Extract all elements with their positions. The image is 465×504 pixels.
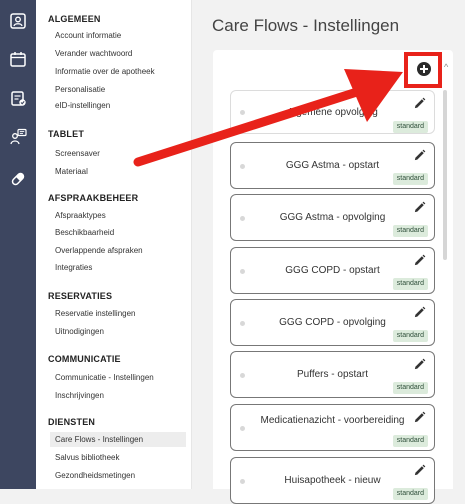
status-dot — [240, 426, 245, 431]
care-flow-card[interactable]: Huisapotheek - nieuw standard — [230, 457, 435, 504]
nav-item-uitnodigingen[interactable]: Uitnodigingen — [50, 324, 186, 339]
care-flow-name: Huisapotheek - nieuw — [284, 475, 381, 486]
nav-item-reservatie-instellingen[interactable]: Reservatie instellingen — [50, 306, 186, 321]
standard-badge: standard — [392, 435, 428, 447]
standard-badge: standard — [392, 382, 428, 394]
nav-item-beschikbaarheid[interactable]: Beschikbaarheid — [50, 225, 186, 240]
nav-item-integraties[interactable]: Integraties — [50, 260, 186, 275]
nav-item-personalisatie[interactable]: Personalisatie — [50, 82, 186, 97]
nav-item-care-flows-instellingen[interactable]: Care Flows - Instellingen — [50, 432, 186, 447]
pencil-icon[interactable] — [413, 254, 426, 267]
nav-item-inschrijvingen[interactable]: Inschrijvingen — [50, 388, 186, 403]
page-title: Care Flows - Instellingen — [212, 16, 400, 35]
care-flow-name: GGG Astma - opstart — [285, 160, 380, 171]
pill-icon[interactable] — [9, 170, 27, 188]
nav-section-heading: RESERVATIES — [48, 291, 113, 301]
care-flow-name: GGG Astma - opvolging — [279, 212, 386, 223]
standard-badge: standard — [392, 121, 428, 133]
nav-item-verander-wachtwoord[interactable]: Verander wachtwoord — [50, 46, 186, 61]
care-flow-name: Medicatienazicht - voorbereiding — [260, 415, 405, 426]
nav-item-materiaal[interactable]: Materiaal — [50, 164, 186, 179]
user-chat-icon[interactable] — [9, 128, 27, 146]
nav-item-account-informatie[interactable]: Account informatie — [50, 28, 186, 43]
nav-item-eid-instellingen[interactable]: eID-instellingen — [50, 98, 186, 113]
standard-badge: standard — [392, 225, 428, 237]
pencil-icon[interactable] — [413, 306, 426, 319]
pencil-icon[interactable] — [413, 464, 426, 477]
calendar-icon[interactable] — [9, 50, 27, 68]
status-dot — [240, 321, 245, 326]
pencil-icon[interactable] — [413, 358, 426, 371]
status-dot — [240, 164, 245, 169]
nav-item-screensaver[interactable]: Screensaver — [50, 146, 186, 161]
nav-item-gezondheidsmetingen[interactable]: Gezondheidsmetingen — [50, 468, 186, 483]
care-flow-name: Algemene opvolging — [287, 107, 378, 118]
nav-item-informatie-apotheek[interactable]: Informatie over de apotheek — [50, 64, 186, 79]
standard-badge: standard — [392, 173, 428, 185]
nav-item-communicatie-instellingen[interactable]: Communicatie - Instellingen — [50, 370, 186, 385]
nav-section-heading: ALGEMEEN — [48, 14, 101, 24]
care-flow-card[interactable]: GGG COPD - opvolging standard — [230, 299, 435, 346]
clipboard-check-icon[interactable] — [9, 89, 27, 107]
nav-section-heading: AFSPRAAKBEHEER — [48, 193, 139, 203]
pencil-icon[interactable] — [413, 149, 426, 162]
status-dot — [240, 110, 245, 115]
care-flow-name: GGG COPD - opstart — [285, 265, 380, 276]
add-care-flow-button[interactable] — [417, 62, 431, 76]
care-flow-card[interactable]: GGG Astma - opvolging standard — [230, 194, 435, 241]
care-flow-name: GGG COPD - opvolging — [279, 317, 386, 328]
care-flow-card[interactable]: GGG COPD - opstart standard — [230, 247, 435, 294]
standard-badge: standard — [392, 488, 428, 500]
standard-badge: standard — [392, 330, 428, 342]
nav-section-heading: TABLET — [48, 129, 85, 139]
status-dot — [240, 269, 245, 274]
pencil-icon[interactable] — [413, 411, 426, 424]
status-dot — [240, 373, 245, 378]
pencil-icon[interactable] — [413, 201, 426, 214]
standard-badge: standard — [392, 278, 428, 290]
nav-item-overlappende-afspraken[interactable]: Overlappende afspraken — [50, 243, 186, 258]
app-rail — [0, 0, 36, 489]
care-flow-card[interactable]: GGG Astma - opstart standard — [230, 142, 435, 189]
nav-section-heading: DIENSTEN — [48, 417, 96, 427]
user-card-icon[interactable] — [9, 12, 27, 30]
care-flow-name: Puffers - opstart — [297, 369, 368, 380]
pencil-icon[interactable] — [413, 97, 426, 110]
status-dot — [240, 216, 245, 221]
care-flow-card[interactable]: Medicatienazicht - voorbereiding standar… — [230, 404, 435, 451]
care-flow-card[interactable]: Algemene opvolging standard — [230, 90, 435, 134]
panel-scrollbar[interactable] — [443, 90, 447, 260]
chevron-up-icon[interactable]: ^ — [444, 62, 448, 72]
care-flow-card[interactable]: Puffers - opstart standard — [230, 351, 435, 398]
nav-section-heading: COMMUNICATIE — [48, 354, 121, 364]
settings-sidebar: ALGEMEEN Account informatie Verander wac… — [36, 0, 192, 489]
status-dot — [240, 479, 245, 484]
nav-item-salvus-bibliotheek[interactable]: Salvus bibliotheek — [50, 450, 186, 465]
nav-item-afspraaktypes[interactable]: Afspraaktypes — [50, 208, 186, 223]
